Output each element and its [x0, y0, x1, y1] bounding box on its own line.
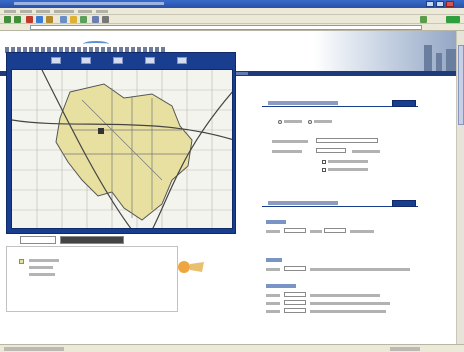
status-zone — [390, 347, 420, 351]
menu-item-help[interactable] — [96, 10, 108, 13]
print-icon[interactable] — [102, 16, 109, 23]
scrollbar-thumb[interactable] — [458, 45, 464, 125]
zoom-out-icon[interactable] — [81, 57, 91, 64]
city-map — [12, 70, 232, 228]
radio-label — [284, 120, 302, 123]
text-field[interactable] — [284, 300, 306, 305]
advanced-section-header — [262, 200, 418, 207]
messenger-icon[interactable] — [420, 16, 427, 23]
map-view[interactable] — [11, 69, 233, 229]
refresh-icon[interactable] — [36, 16, 43, 23]
field-label — [272, 150, 302, 153]
legend-label — [29, 273, 55, 276]
subsection-title — [266, 258, 282, 262]
text-field[interactable] — [284, 308, 306, 313]
radio-label — [314, 120, 332, 123]
legend-label — [29, 259, 59, 262]
checkbox-label — [328, 168, 368, 171]
legend-swatch — [19, 259, 24, 264]
go-button[interactable] — [446, 16, 460, 23]
menu-item-file[interactable] — [4, 10, 16, 13]
skyline-building — [436, 53, 442, 71]
forward-icon[interactable] — [14, 16, 21, 23]
menu-item-favorites[interactable] — [54, 10, 74, 13]
window-title — [14, 2, 164, 5]
field-hint — [310, 268, 410, 271]
field-hint — [352, 150, 380, 153]
pan-icon[interactable] — [113, 57, 123, 64]
menu-item-edit[interactable] — [20, 10, 32, 13]
field-label — [266, 268, 280, 271]
advanced-section-title — [268, 201, 338, 205]
city-boundary[interactable] — [55, 83, 193, 221]
range-to-field[interactable] — [324, 228, 346, 233]
close-icon[interactable] — [446, 1, 454, 7]
checkbox-label — [328, 160, 368, 163]
field-label — [310, 230, 322, 233]
address-input[interactable] — [30, 25, 422, 30]
search-field[interactable] — [316, 148, 346, 153]
skyline-building — [446, 49, 456, 71]
map-legend — [6, 246, 178, 312]
location-marker[interactable] — [98, 128, 104, 134]
zoom-in-icon[interactable] — [51, 57, 61, 64]
field-label — [266, 310, 280, 313]
field-label — [266, 230, 280, 233]
mail-icon[interactable] — [92, 16, 99, 23]
history-icon[interactable] — [80, 16, 87, 23]
stop-icon[interactable] — [26, 16, 33, 23]
range-from-field[interactable] — [284, 228, 306, 233]
status-bar — [0, 344, 464, 352]
legend-label — [29, 266, 53, 269]
menu-item-view[interactable] — [36, 10, 50, 13]
field-hint — [310, 302, 390, 305]
maximize-icon[interactable] — [436, 1, 444, 7]
search-section-header — [262, 100, 418, 107]
page-scrollbar[interactable] — [456, 31, 464, 344]
status-text — [4, 347, 64, 351]
text-field[interactable] — [284, 292, 306, 297]
search-panel — [262, 52, 418, 313]
map-tabs — [20, 236, 130, 244]
map-toolbar — [7, 53, 237, 67]
text-field[interactable] — [284, 266, 306, 271]
field-hint — [350, 230, 374, 233]
field-label — [272, 140, 308, 143]
menu-bar — [0, 8, 464, 15]
identify-icon[interactable] — [145, 57, 155, 64]
radio-option-1[interactable] — [278, 120, 282, 124]
menu-item-tools[interactable] — [78, 10, 92, 13]
field-label — [266, 294, 280, 297]
field-hint — [310, 310, 386, 313]
search-go-button[interactable] — [392, 100, 416, 107]
subsection-title — [266, 220, 286, 224]
search-field[interactable] — [316, 138, 378, 143]
tab-layers[interactable] — [60, 236, 124, 244]
window-titlebar — [0, 0, 464, 8]
search-icon[interactable] — [60, 16, 67, 23]
radio-option-2[interactable] — [308, 120, 312, 124]
full-extent-icon[interactable] — [177, 57, 187, 64]
address-bar — [0, 24, 464, 31]
favorites-icon[interactable] — [70, 16, 77, 23]
map-panel — [6, 52, 236, 234]
skyline-building — [424, 45, 432, 71]
subsection-title — [266, 284, 296, 288]
field-label — [266, 302, 280, 305]
option-checkbox[interactable] — [322, 160, 326, 164]
partner-logo — [178, 261, 204, 273]
option-checkbox[interactable] — [322, 168, 326, 172]
advanced-go-button[interactable] — [392, 200, 416, 207]
search-section-title — [268, 101, 338, 105]
field-hint — [310, 294, 380, 297]
back-icon[interactable] — [4, 16, 11, 23]
tab-legend[interactable] — [20, 236, 56, 244]
minimize-icon[interactable] — [426, 1, 434, 7]
home-icon[interactable] — [46, 16, 53, 23]
browser-toolbar — [0, 15, 464, 24]
